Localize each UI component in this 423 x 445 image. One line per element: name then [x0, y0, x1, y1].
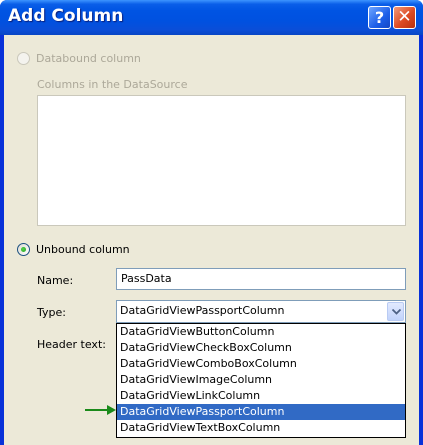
- chevron-down-icon: [392, 309, 401, 315]
- type-selected-value: DataGridViewPassportColumn: [120, 304, 285, 317]
- header-text-label: Header text:: [37, 338, 106, 351]
- dialog-body: Databound column Columns in the DataSour…: [4, 35, 419, 445]
- type-option[interactable]: DataGridViewTextBoxColumn: [117, 420, 405, 436]
- radio-selected-dot: [21, 247, 26, 252]
- databound-column-label: Databound column: [36, 52, 141, 65]
- close-button[interactable]: ✕: [393, 6, 416, 29]
- name-input[interactable]: PassData: [116, 268, 406, 290]
- type-option[interactable]: DataGridViewComboBoxColumn: [117, 356, 405, 372]
- type-option[interactable]: DataGridViewImageColumn: [117, 372, 405, 388]
- close-icon: ✕: [397, 7, 412, 27]
- type-option[interactable]: DataGridViewButtonColumn: [117, 324, 405, 340]
- datasource-columns-list[interactable]: [37, 95, 406, 226]
- type-option[interactable]: DataGridViewLinkColumn: [117, 388, 405, 404]
- unbound-column-radio[interactable]: [17, 243, 30, 256]
- dialog-title: Add Column: [8, 6, 124, 26]
- pointer-arrow-icon: [85, 405, 116, 415]
- type-dropdown-button[interactable]: [387, 302, 404, 321]
- help-button[interactable]: ?: [368, 6, 391, 29]
- type-option[interactable]: DataGridViewPassportColumn: [117, 404, 405, 420]
- help-icon: ?: [374, 8, 385, 27]
- name-label: Name:: [37, 274, 74, 287]
- unbound-column-label: Unbound column: [36, 243, 130, 256]
- title-bar[interactable]: Add Column ? ✕: [0, 0, 423, 35]
- type-combobox[interactable]: DataGridViewPassportColumn: [116, 300, 406, 323]
- type-label: Type:: [37, 306, 66, 319]
- type-dropdown-list[interactable]: DataGridViewButtonColumn DataGridViewChec…: [116, 323, 406, 438]
- databound-column-radio[interactable]: [17, 52, 30, 65]
- type-option[interactable]: DataGridViewCheckBoxColumn: [117, 340, 405, 356]
- add-column-dialog: Add Column ? ✕ Databound column Columns …: [0, 0, 423, 445]
- columns-in-datasource-label: Columns in the DataSource: [37, 78, 188, 91]
